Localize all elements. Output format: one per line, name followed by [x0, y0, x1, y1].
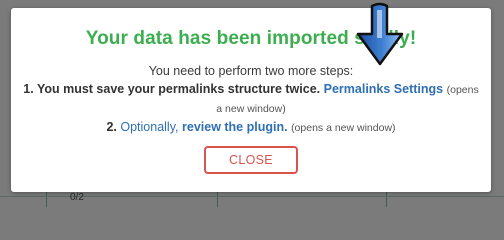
import-success-dialog: Your data has been imported s fully! You… — [11, 8, 491, 192]
permalinks-settings-link[interactable]: Permalinks Settings — [324, 82, 444, 96]
optionally-link[interactable]: Optionally, — [120, 120, 178, 134]
step-one: 1. You must save your permalinks structu… — [21, 80, 481, 118]
step-one-text: 1. You must save your permalinks structu… — [23, 82, 321, 96]
background-text: 0/2 — [70, 192, 84, 203]
step-two-note: (opens a new window) — [291, 122, 396, 134]
review-plugin-link[interactable]: review the plugin. — [182, 120, 288, 134]
close-button[interactable]: CLOSE — [204, 146, 298, 174]
step-two-number: 2. — [106, 120, 117, 134]
step-two: 2. Optionally, review the plugin. (opens… — [11, 120, 491, 134]
arrow-down-cursor-icon — [356, 2, 404, 66]
dialog-intro: You need to perform two more steps: — [148, 64, 354, 78]
dialog-title: Your data has been imported s fully! — [85, 28, 417, 49]
